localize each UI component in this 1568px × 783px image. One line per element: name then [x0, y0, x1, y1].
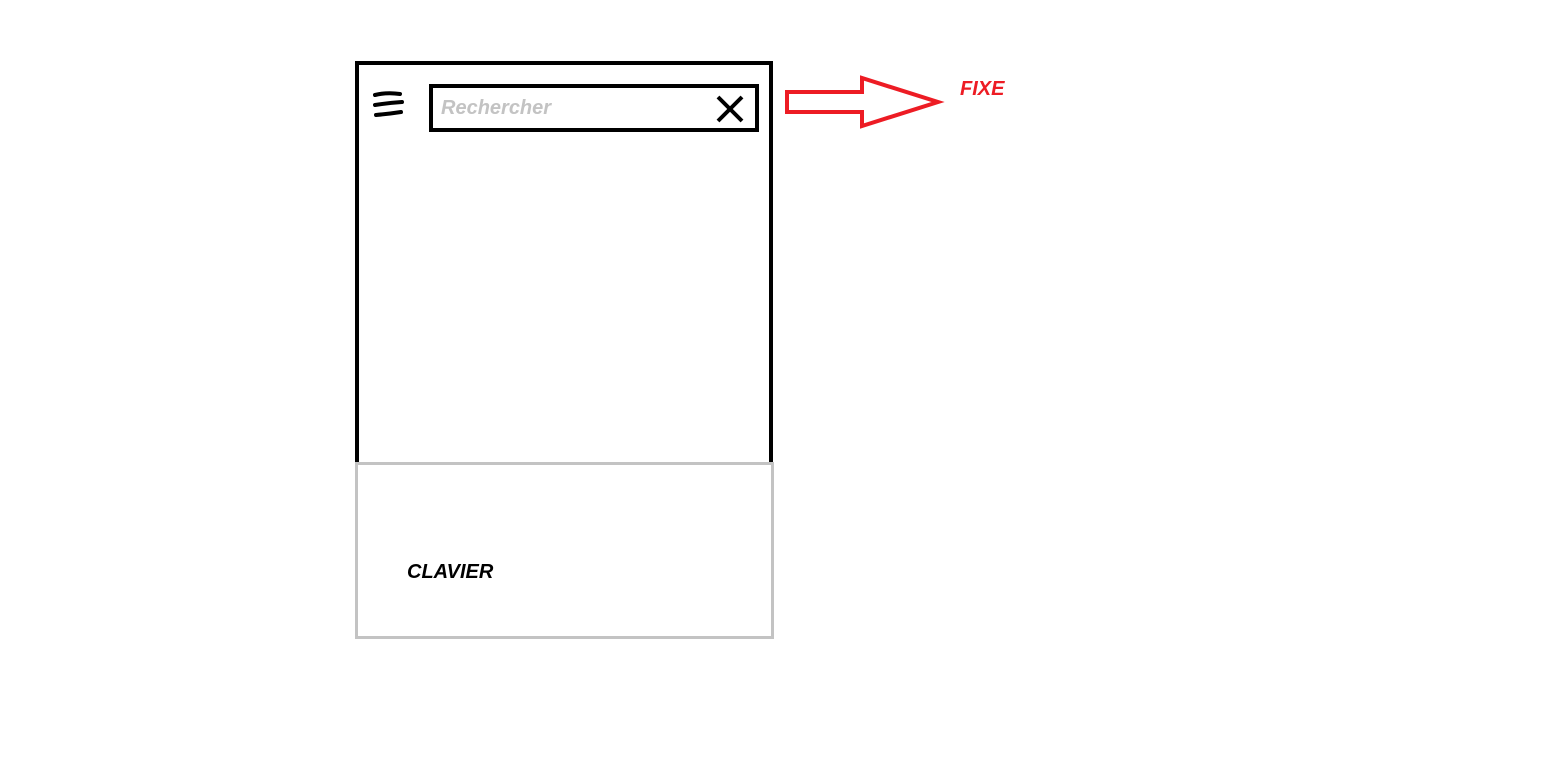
close-icon[interactable]	[715, 94, 745, 124]
search-placeholder: Rechercher	[441, 97, 552, 119]
hamburger-menu-icon[interactable]	[372, 90, 406, 122]
search-input[interactable]: Rechercher	[429, 84, 759, 132]
annotation-label: FIXE	[960, 78, 1005, 100]
keyboard-panel: CLAVIER	[355, 462, 774, 639]
right-arrow-icon	[785, 75, 945, 129]
keyboard-label: CLAVIER	[407, 561, 494, 583]
